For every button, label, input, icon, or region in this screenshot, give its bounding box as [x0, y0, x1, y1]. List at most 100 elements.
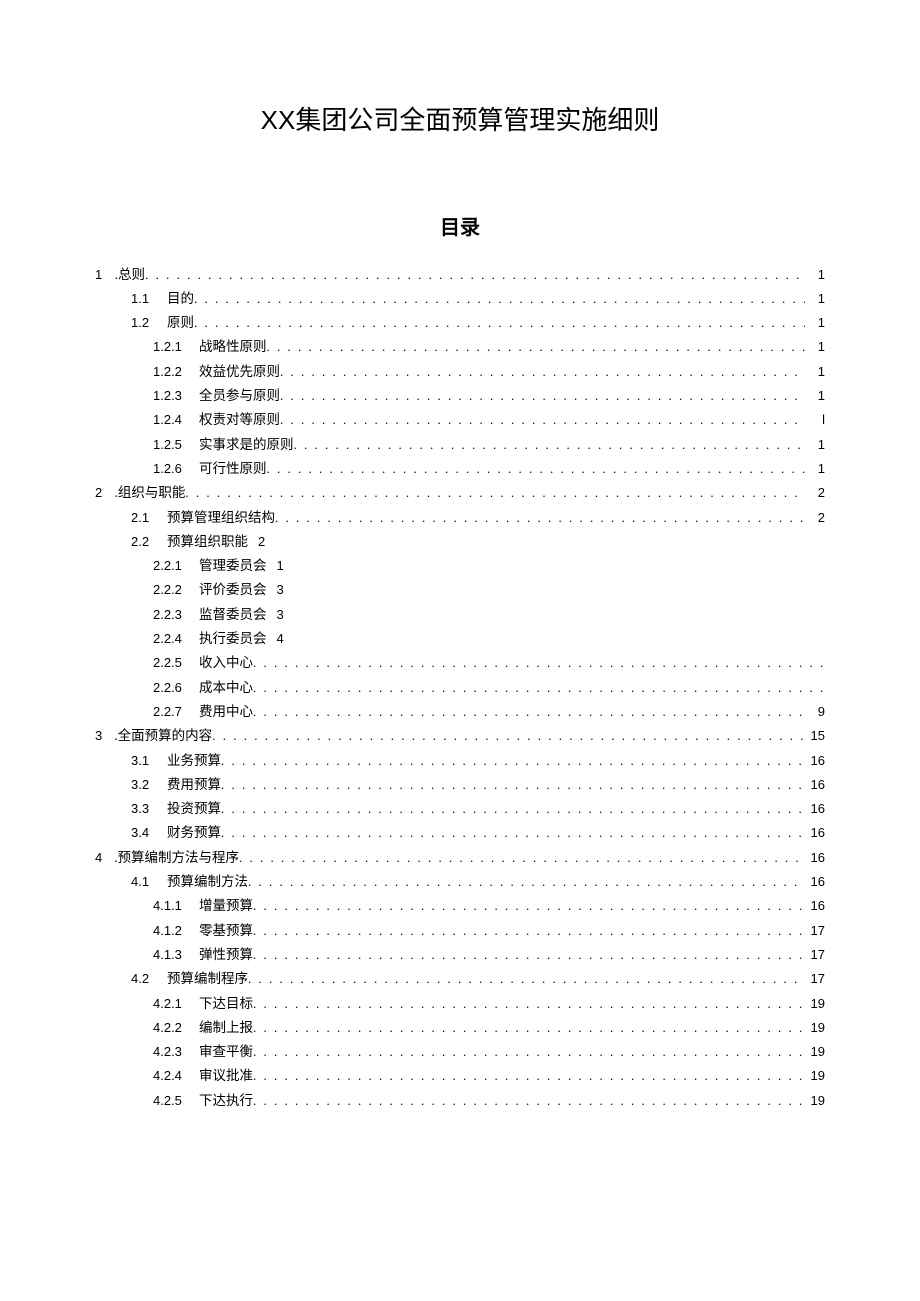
toc-entry-label: 预算编制程序: [167, 968, 248, 990]
toc-leader-dots: [280, 386, 805, 407]
toc-entry: 2.1预算管理组织结构2: [95, 507, 825, 529]
toc-leader-dots: [294, 435, 806, 456]
toc-entry-page: 1: [805, 459, 825, 480]
toc-entry-label: 可行性原则: [199, 458, 267, 480]
table-of-contents: 1.总则11.1目的11.2原则11.2.1战略性原则11.2.2效益优先原则1…: [95, 264, 825, 1112]
toc-leader-dots: [267, 337, 806, 358]
toc-entry: 1.2原则1: [95, 312, 825, 334]
toc-entry-number: 3.3: [131, 799, 167, 820]
toc-entry-number: 2.2.7: [153, 702, 199, 723]
toc-entry-number: 2: [95, 483, 114, 504]
toc-entry: 1.2.2效益优先原则 1: [95, 361, 825, 383]
toc-entry: 3.3投资预算16: [95, 798, 825, 820]
toc-entry-page: 3: [277, 605, 284, 626]
toc-entry-page: 1: [805, 337, 825, 358]
toc-entry-label: .全面预算的内容: [114, 725, 212, 747]
toc-entry-label: 预算管理组织结构: [167, 507, 275, 529]
toc-entry: 2.2.1管理委员会1: [95, 555, 825, 577]
toc-entry-page: 16: [805, 775, 825, 796]
toc-leader-dots: [280, 410, 805, 431]
toc-leader-dots: [239, 848, 805, 869]
toc-entry: 3.1业务预算16: [95, 750, 825, 772]
toc-entry: 4.2.1下达目标19: [95, 993, 825, 1015]
toc-leader-dots: [248, 872, 805, 893]
toc-entry-page: 17: [805, 921, 825, 942]
toc-entry-number: 4.1.1: [153, 896, 199, 917]
toc-entry-number: 4.2.4: [153, 1066, 199, 1087]
toc-leader-dots: [194, 289, 805, 310]
toc-leader-dots: [248, 969, 805, 990]
toc-entry-number: 4.2: [131, 969, 167, 990]
toc-leader-dots: [275, 508, 805, 529]
toc-entry: 2.组织与职能2: [95, 482, 825, 504]
toc-entry-number: 2.2.3: [153, 605, 199, 626]
toc-entry-number: 4.1.3: [153, 945, 199, 966]
toc-entry: 2.2.7费用中心9: [95, 701, 825, 723]
toc-entry-label: 业务预算: [167, 750, 221, 772]
toc-entry-number: 2.2: [131, 532, 167, 553]
toc-entry: 1.2.6可行性原则 1: [95, 458, 825, 480]
toc-entry-page: 19: [805, 1018, 825, 1039]
toc-entry-page: 19: [805, 1091, 825, 1112]
toc-entry-number: 1.2.1: [153, 337, 199, 358]
toc-entry-label: 成本中心: [199, 677, 253, 699]
toc-entry-number: 4.2.5: [153, 1091, 199, 1112]
toc-entry: 4.1.3弹性预算17: [95, 944, 825, 966]
toc-entry-page: 2: [805, 483, 825, 504]
toc-entry-number: 2.2.5: [153, 653, 199, 674]
toc-entry: 1.2.1战略性原则 1: [95, 336, 825, 358]
toc-entry: 1.2.4权责对等原则l: [95, 409, 825, 431]
toc-entry-number: 2.1: [131, 508, 167, 529]
toc-entry-label: 投资预算: [167, 798, 221, 820]
toc-entry: 2.2.5收入中心: [95, 652, 825, 674]
toc-entry-number: 1.2.2: [153, 362, 199, 383]
toc-entry: 3.4财务预算16: [95, 822, 825, 844]
toc-entry-page: 15: [805, 726, 825, 747]
toc-entry-page: 16: [805, 872, 825, 893]
toc-entry-page: 4: [277, 629, 284, 650]
toc-leader-dots: [221, 775, 805, 796]
toc-entry-number: 2.2.1: [153, 556, 199, 577]
toc-entry-label: 战略性原则: [199, 336, 267, 358]
toc-leader-dots: [253, 1042, 805, 1063]
toc-entry: 4.2.3审查平衡19: [95, 1041, 825, 1063]
toc-entry: 4.2.5下达执行19: [95, 1090, 825, 1112]
toc-entry-label: 权责对等原则: [199, 409, 280, 431]
toc-entry-label: 预算编制方法: [167, 871, 248, 893]
toc-leader-dots: [280, 362, 805, 383]
toc-entry-label: 审查平衡: [199, 1041, 253, 1063]
toc-entry-page: 2: [258, 532, 265, 553]
toc-entry: 4.2.4审议批准19: [95, 1065, 825, 1087]
toc-entry-label: 审议批准: [199, 1065, 253, 1087]
toc-entry-label: 增量预算: [199, 895, 253, 917]
toc-leader-dots: [253, 945, 805, 966]
toc-entry-page: 3: [277, 580, 284, 601]
toc-entry-page: 9: [805, 702, 825, 723]
toc-entry-page: 1: [805, 386, 825, 407]
toc-leader-dots: [253, 1091, 805, 1112]
toc-leader-dots: [221, 799, 805, 820]
toc-entry-page: 1: [805, 313, 825, 334]
toc-entry-page: 1: [805, 362, 825, 383]
toc-entry-page: 16: [805, 751, 825, 772]
toc-entry-page: 1: [277, 556, 284, 577]
toc-leader-dots: [253, 653, 825, 674]
toc-entry-page: 1: [805, 265, 825, 286]
toc-leader-dots: [267, 459, 806, 480]
toc-entry-number: 4.2.2: [153, 1018, 199, 1039]
toc-leader-dots: [253, 678, 825, 699]
toc-entry-page: 1: [805, 435, 825, 456]
toc-entry: 4.2.2编制上报19: [95, 1017, 825, 1039]
toc-leader-dots: [253, 702, 805, 723]
toc-entry-page: 16: [805, 896, 825, 917]
toc-entry-number: 1.2.6: [153, 459, 199, 480]
toc-entry-label: .预算编制方法与程序: [114, 847, 239, 869]
toc-leader-dots: [253, 921, 805, 942]
toc-leader-dots: [185, 483, 805, 504]
toc-entry-label: 效益优先原则: [199, 361, 280, 383]
toc-entry: 4.1.1增量预算 16: [95, 895, 825, 917]
toc-entry: 2.2.4执行委员会4: [95, 628, 825, 650]
toc-entry: 2.2.6成本中心: [95, 677, 825, 699]
toc-entry-label: 评价委员会: [199, 579, 267, 601]
toc-entry-label: 执行委员会: [199, 628, 267, 650]
